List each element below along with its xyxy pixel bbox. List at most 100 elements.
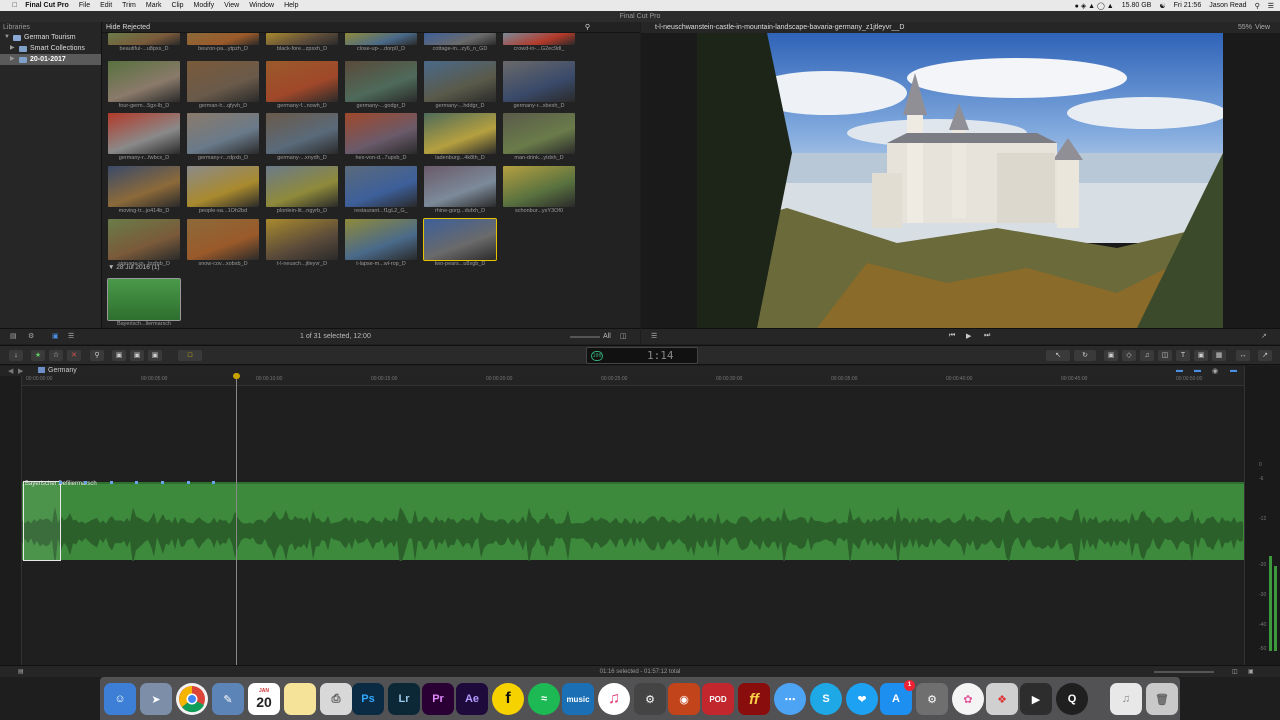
timeline-index-icon[interactable]: ▤ xyxy=(18,666,24,678)
disclosure-closed-icon[interactable]: ▶ xyxy=(10,43,16,54)
dock-chrome-icon[interactable] xyxy=(176,683,208,715)
clip-thumbnail[interactable] xyxy=(345,61,417,102)
clip-thumbnail[interactable] xyxy=(424,113,496,154)
append-clip-icon[interactable]: ▣ xyxy=(148,350,162,361)
generators-icon[interactable]: ▣ xyxy=(1194,350,1208,361)
event-20-01-2017[interactable]: ▶ 20-01-2017 xyxy=(0,54,101,65)
search-icon[interactable]: ⚲ xyxy=(585,22,590,32)
clip-thumbnail[interactable] xyxy=(345,33,417,45)
timeline-area[interactable]: Bayerischer Defiliermarsch xyxy=(22,373,1244,665)
timeline-view-icon[interactable]: ▣ xyxy=(1248,666,1254,678)
zoom-popup[interactable]: 55% xyxy=(1238,22,1252,33)
retime-popup[interactable]: ↻ xyxy=(1074,350,1096,361)
keyframe[interactable] xyxy=(84,481,87,484)
dock-notes-icon[interactable] xyxy=(284,683,316,715)
themes-icon[interactable]: ▦ xyxy=(1212,350,1226,361)
keyframe[interactable] xyxy=(59,481,62,484)
back-icon[interactable]: ◀ xyxy=(8,367,13,375)
dock-logic-icon[interactable]: ◉ xyxy=(668,683,700,715)
status-icons[interactable]: ● ◈ ▲ ◯ ▲ xyxy=(1075,2,1114,10)
dock-spotify-icon[interactable]: ≈ xyxy=(528,683,560,715)
forward-icon[interactable]: ▶ xyxy=(18,367,23,375)
clip-thumbnail[interactable] xyxy=(187,166,259,207)
apple-icon[interactable]:  xyxy=(12,2,17,9)
filmstrip-view-icon[interactable]: ▣ xyxy=(52,332,59,340)
clip-thumbnail[interactable] xyxy=(345,219,417,260)
menu-edit[interactable]: Edit xyxy=(100,2,112,9)
dock-trash-icon[interactable]: 🗑 xyxy=(1146,683,1178,715)
dock-preview-icon[interactable]: ✎ xyxy=(212,683,244,715)
disclosure-open-icon[interactable]: ▼ xyxy=(4,32,10,43)
background-tasks-icon[interactable]: ↔ xyxy=(1236,350,1250,361)
dock-document-icon[interactable]: ♫ xyxy=(1110,683,1142,715)
clip-thumbnail[interactable] xyxy=(345,113,417,154)
keyframe[interactable] xyxy=(135,481,138,484)
all-clips-button[interactable]: All xyxy=(603,333,611,340)
menu-file[interactable]: File xyxy=(79,2,90,9)
zoom-slider[interactable] xyxy=(570,336,600,338)
clip-thumbnail[interactable] xyxy=(108,61,180,102)
connect-clip-icon[interactable]: ▣ xyxy=(112,350,126,361)
audio-clip[interactable]: Bayerischer Defiliermarsch xyxy=(22,481,1244,561)
dock-finder-icon[interactable]: ☺ xyxy=(104,683,136,715)
playhead-handle[interactable] xyxy=(233,373,240,379)
audio-skimming-icon[interactable]: ▬ xyxy=(1194,367,1201,374)
menu-clip[interactable]: Clip xyxy=(171,2,183,9)
clip-thumbnail[interactable] xyxy=(187,219,259,260)
menu-help[interactable]: Help xyxy=(284,2,298,9)
clip-thumbnail[interactable] xyxy=(187,33,259,45)
skimming-icon[interactable]: ▬ xyxy=(1176,367,1183,374)
playhead[interactable] xyxy=(236,375,237,665)
menu-mark[interactable]: Mark xyxy=(146,2,162,9)
clip-thumbnail[interactable] xyxy=(424,61,496,102)
timeline-ruler[interactable]: 00:00:00:00 00:00:05:00 00:00:10:00 00:00:1… xyxy=(22,376,1244,386)
dock-launchpad-icon[interactable]: ➤ xyxy=(140,683,172,715)
clip-thumbnail[interactable] xyxy=(424,33,496,45)
timeline-zoom-slider[interactable] xyxy=(1154,671,1214,673)
dock-pod-farm-icon[interactable]: POD xyxy=(702,683,734,715)
clip-thumbnail[interactable] xyxy=(423,218,497,261)
dock-premiere-icon[interactable]: Pr xyxy=(422,683,454,715)
menu-view[interactable]: View xyxy=(224,2,239,9)
timecode-display[interactable]: 100 1:14 xyxy=(586,347,698,364)
solo-icon[interactable]: ◉ xyxy=(1212,367,1218,375)
audio-options-icon[interactable]: ☰ xyxy=(651,332,657,340)
dock-calendar-icon[interactable]: JAN 20 xyxy=(248,683,280,715)
previous-frame-icon[interactable]: ⏮ xyxy=(949,332,955,340)
date-group-header[interactable]: ▼ 28 Jul 2016 (1) xyxy=(108,264,160,271)
clip-thumbnail[interactable] xyxy=(187,113,259,154)
clip-thumbnail[interactable] xyxy=(345,166,417,207)
dock-system-prefs-icon[interactable]: ⚙ xyxy=(916,683,948,715)
gear-icon[interactable]: ⚙ xyxy=(28,332,34,340)
edit-mode-popup[interactable]: □ xyxy=(178,350,202,361)
dock-motion-icon[interactable]: ❖ xyxy=(986,683,1018,715)
keyframe[interactable] xyxy=(187,481,190,484)
unrate-star-icon[interactable]: ☆ xyxy=(49,350,63,361)
dock-fantastical-icon[interactable]: f xyxy=(492,683,524,715)
clip-thumbnail[interactable] xyxy=(108,219,180,260)
dock-photos-icon[interactable]: ✿ xyxy=(952,683,984,715)
import-icon[interactable]: ↓ xyxy=(9,350,23,361)
dock-amazon-music-icon[interactable]: music xyxy=(562,683,594,715)
dock-skype-icon[interactable]: S xyxy=(810,683,842,715)
keyframe[interactable] xyxy=(110,481,113,484)
clip-thumbnail[interactable] xyxy=(503,166,575,207)
dock-itunes-icon[interactable]: ♫ xyxy=(598,683,630,715)
tool-select-popup[interactable]: ↖ xyxy=(1046,350,1070,361)
clip-thumbnail[interactable] xyxy=(266,113,338,154)
clip-appearance-icon[interactable]: ◫ xyxy=(1232,666,1238,678)
dock-aftereffects-icon[interactable]: Ae xyxy=(456,683,488,715)
dock-appstore-icon[interactable]: A 1 xyxy=(880,680,915,715)
disclosure-closed-icon[interactable]: ▶ xyxy=(10,54,16,65)
viewer-image[interactable] xyxy=(697,33,1227,328)
inspector-icon[interactable]: ▣ xyxy=(1104,350,1118,361)
library-german-tourism[interactable]: ▼ German Tourism xyxy=(0,32,101,43)
search-icon[interactable]: ⚲ xyxy=(1255,2,1260,10)
menu-trim[interactable]: Trim xyxy=(122,2,136,9)
clip-thumbnail[interactable] xyxy=(108,166,180,207)
menu-modify[interactable]: Modify xyxy=(194,2,215,9)
keyword-icon[interactable]: ⚲ xyxy=(90,350,104,361)
clip-thumbnail[interactable] xyxy=(424,166,496,207)
clip-thumbnail[interactable] xyxy=(187,61,259,102)
fullscreen-icon[interactable]: ↗ xyxy=(1261,332,1267,340)
